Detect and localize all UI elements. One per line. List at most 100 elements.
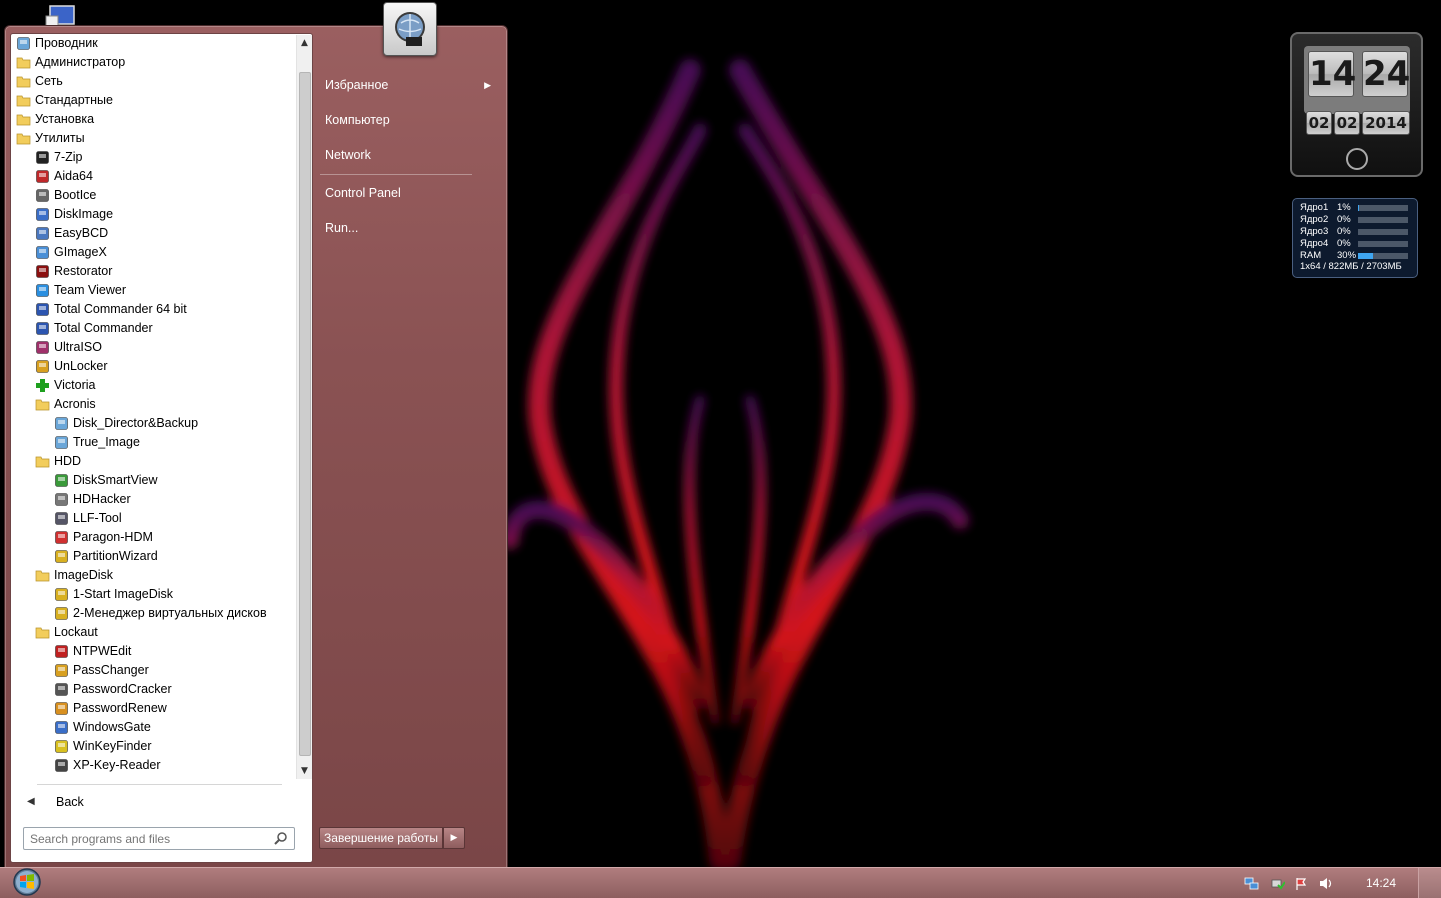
disc-icon [54,606,69,621]
program-item[interactable]: 2-Менеджер виртуальных дисков [11,604,295,623]
program-item[interactable]: BootIce [11,186,295,205]
program-item[interactable]: Team Viewer [11,281,295,300]
hdhacker-icon [54,492,69,507]
program-item[interactable]: WindowsGate [11,718,295,737]
shutdown-options-arrow-icon[interactable]: ▶ [443,827,465,849]
program-item[interactable]: EasyBCD [11,224,295,243]
control-panel-label: Control Panel [325,186,401,200]
meter-percent: 1% [1337,202,1351,213]
program-item[interactable]: DiskSmartView [11,471,295,490]
program-item[interactable]: UnLocker [11,357,295,376]
llftool-icon [54,511,69,526]
program-item[interactable]: Restorator [11,262,295,281]
program-item[interactable]: GImageX [11,243,295,262]
program-item[interactable]: WinKeyFinder [11,737,295,756]
back-button[interactable]: ◀ Back [19,791,289,813]
folder-icon [16,93,31,108]
program-label: Проводник [35,36,98,50]
green-cross-icon [35,378,50,393]
clock-year: 2014 [1362,111,1410,135]
program-label: Restorator [54,264,113,278]
taskbar-clock[interactable]: 14:24 [1366,868,1396,898]
menu-item-control-panel[interactable]: Control Panel [319,178,499,208]
program-item[interactable]: Сеть [11,72,295,91]
program-label: Disk_Director&Backup [73,416,199,430]
program-item[interactable]: Aida64 [11,167,295,186]
program-item[interactable]: True_Image [11,433,295,452]
gimagex-icon [35,245,50,260]
program-item[interactable]: Disk_Director&Backup [11,414,295,433]
scroll-thumb[interactable] [299,72,311,756]
meter-percent: 0% [1337,214,1351,225]
folder-icon [35,454,50,469]
clock-minutes: 24 [1362,51,1410,97]
scroll-up-arrow-icon[interactable]: ▲ [297,35,312,51]
program-label: GImageX [54,245,107,259]
program-item[interactable]: XP-Key-Reader [11,756,295,775]
menu-item-computer[interactable]: Компьютер [319,105,499,135]
shutdown-button[interactable]: Завершение работы [319,827,443,849]
search-box[interactable] [23,827,295,850]
menu-item-network[interactable]: Network [319,140,499,170]
disksmartview-icon [54,473,69,488]
user-picture[interactable] [383,2,437,56]
network-tray-icon[interactable] [1244,876,1259,891]
windowsgate-icon [54,720,69,735]
program-label: Администратор [35,55,126,69]
program-item[interactable]: Установка [11,110,295,129]
passwordcracker-icon [54,682,69,697]
menu-item-favorites[interactable]: Избранное ▶ [319,70,499,100]
meter-bar [1358,217,1408,223]
program-item[interactable]: Стандартные [11,91,295,110]
safely-remove-tray-icon[interactable] [1270,876,1285,891]
program-item[interactable]: Acronis [11,395,295,414]
program-item[interactable]: PasswordRenew [11,699,295,718]
bootice-icon [35,188,50,203]
program-label: HDHacker [73,492,131,506]
start-button-windows-icon[interactable] [8,868,46,898]
folder-icon [35,397,50,412]
program-item[interactable]: LLF-Tool [11,509,295,528]
program-item[interactable]: Paragon-HDM [11,528,295,547]
disc-icon [54,587,69,602]
show-desktop-button[interactable] [1418,868,1441,898]
program-item[interactable]: HDHacker [11,490,295,509]
programs-scrollbar[interactable]: ▲ ▼ [296,35,312,779]
meter-bar [1358,205,1408,211]
program-label: Team Viewer [54,283,127,297]
program-item[interactable]: Утилиты [11,129,295,148]
run-label: Run... [325,221,359,235]
program-item[interactable]: 1-Start ImageDisk [11,585,295,604]
restorator-icon [35,264,50,279]
program-item[interactable]: PasswordCracker [11,680,295,699]
program-item[interactable]: Total Commander 64 bit [11,300,295,319]
program-item[interactable]: Lockaut [11,623,295,642]
program-item[interactable]: ImageDisk [11,566,295,585]
search-input[interactable] [28,829,268,848]
cpu-meter-gadget[interactable]: Ядро1 1% Ядро2 0% Ядро3 0% Ядро4 0% RAM 30% 1x64 … [1292,198,1418,278]
search-icon[interactable] [274,831,288,845]
program-item[interactable]: Администратор [11,53,295,72]
program-item[interactable]: NTPWEdit [11,642,295,661]
program-item[interactable]: 7-Zip [11,148,295,167]
program-label: UnLocker [54,359,108,373]
folder-icon [35,568,50,583]
program-item[interactable]: Total Commander [11,319,295,338]
program-label: LLF-Tool [73,511,122,525]
clock-gadget[interactable]: 14 24 02 02 2014 [1290,32,1423,177]
volume-tray-icon[interactable] [1318,876,1333,891]
action-center-flag-icon[interactable] [1294,876,1309,891]
program-label: Victoria [54,378,96,392]
program-item[interactable]: PassChanger [11,661,295,680]
menu-item-run[interactable]: Run... [319,213,499,243]
program-item[interactable]: Victoria [11,376,295,395]
divider [320,174,472,175]
program-item[interactable]: UltraISO [11,338,295,357]
program-label: Total Commander [54,321,153,335]
program-item[interactable]: PartitionWizard [11,547,295,566]
winkeyfinder-icon [54,739,69,754]
program-item[interactable]: HDD [11,452,295,471]
scroll-down-arrow-icon[interactable]: ▼ [297,763,312,779]
program-item[interactable]: Проводник [11,34,295,53]
program-item[interactable]: DiskImage [11,205,295,224]
